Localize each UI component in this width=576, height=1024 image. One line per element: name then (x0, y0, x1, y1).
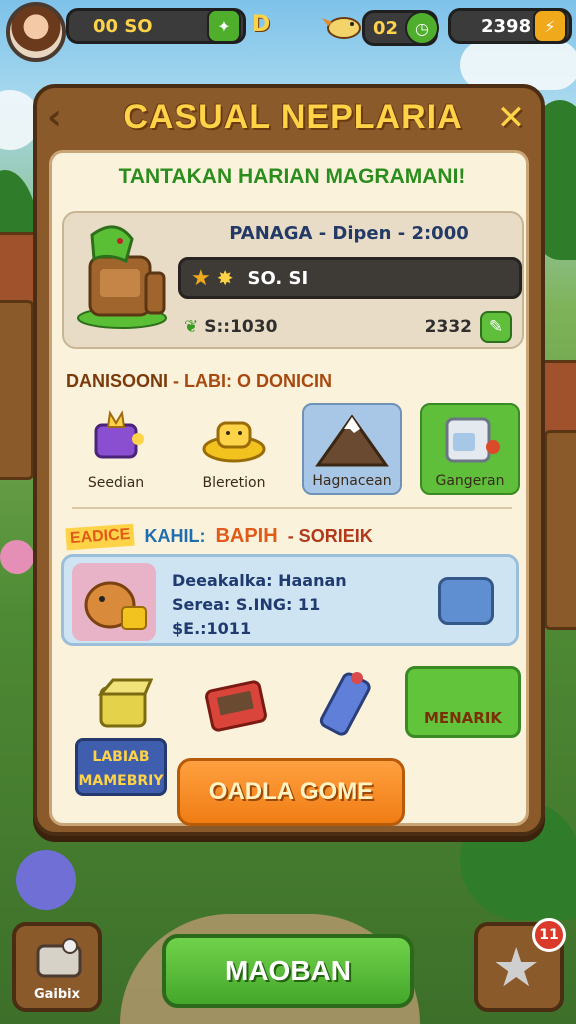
blue-scroll-icon[interactable] (317, 668, 377, 746)
player-avatar[interactable] (6, 2, 66, 62)
add-gems-button[interactable]: ⚡ (533, 9, 567, 43)
play-game-button[interactable]: OADLA GOME (177, 758, 405, 826)
offer-details: Deeakalka: Haanan Serea: S.ING: 11 $E.:1… (172, 569, 347, 641)
favorites-button[interactable]: ★ 11 (474, 918, 566, 1012)
membership-label: LABIAB MAMEBRIY (78, 749, 164, 789)
hamster-icon (72, 563, 156, 641)
panel-subtitle: TANTAKAN HARIAN MAGRAMANI! (118, 165, 466, 188)
shop-item-hagnacean[interactable]: Hagnacean (302, 403, 402, 495)
feather-icon: ✎ (488, 317, 504, 337)
panel-title: CASUAL NEPLARIA (123, 98, 463, 136)
shop-items: Seedian Bleretion Hagnacean Gangeran (66, 403, 520, 495)
shop-heading-b: - LABI: O DONICIN (173, 371, 333, 391)
tasks-heading-a: KAHIL: (144, 526, 206, 546)
tasks-heading: EADICE KAHIL: BAPIH - SORIEIK (65, 523, 373, 550)
close-icon: ✕ (496, 98, 526, 138)
reward-bar-value: SO. SI (247, 267, 309, 289)
tasks-heading-c: - SORIEIK (287, 526, 373, 546)
reward-left-stat: ❦ S::1030 (184, 317, 277, 337)
membership-button[interactable]: LABIAB MAMEBRIY (75, 738, 167, 796)
coins-value: 00 SO (93, 15, 153, 37)
shop-heading: DANISOONI - LABI: O DONICIN (66, 371, 332, 392)
main-panel: ‹ CASUAL NEPLARIA ✕ TANTAKAN HARIAN MAGR… (33, 84, 545, 836)
special-offer-card[interactable]: Deeakalka: Haanan Serea: S.ING: 11 $E.:1… (61, 554, 519, 646)
bottom-nav: Gaibix MAOBAN ★ 11 (0, 918, 576, 1020)
section-divider (72, 507, 512, 509)
main-action-button[interactable]: MAOBAN (162, 934, 414, 1008)
blue-crate-icon (438, 577, 494, 625)
star-icon: ★ (492, 936, 541, 999)
coins-counter: 00 SO ✦ (66, 8, 246, 44)
shop-heading-a: DANISOONI (66, 371, 169, 391)
daily-reward-card[interactable]: PANAGA - Dipen - 2:000 ★ ✸ SO. SI ❦ S::1… (62, 211, 524, 349)
offer-line-3: $E.:1011 (172, 619, 252, 638)
claim-button[interactable]: ✎ (480, 311, 512, 343)
inventory-button[interactable]: Gaibix (12, 922, 102, 1012)
bonus-items: MENARIK (61, 666, 521, 746)
red-book-icon[interactable] (203, 674, 269, 740)
purple-chest-icon (86, 409, 146, 469)
offer-line-1: Deeakalka: Haanan (172, 571, 347, 590)
armchair-icon (72, 223, 172, 333)
menarik-label: MENARIK (423, 709, 503, 727)
bag-icon (34, 936, 84, 984)
shop-item-label: Gangeran (435, 473, 505, 489)
reward-right-value: 2332 (424, 317, 472, 337)
main-action-label: MAOBAN (225, 955, 351, 986)
shop-item-label: Seedian (87, 475, 145, 491)
shop-item-label: Hagnacean (312, 473, 392, 489)
energy-counter: 02 ◷ (362, 10, 439, 46)
reward-progress-bar: ★ ✸ SO. SI (178, 257, 522, 299)
shop-item-label: Bleretion (202, 475, 266, 491)
mountain-icon (314, 411, 390, 473)
shop-item-bleretion[interactable]: Bleretion (184, 403, 284, 495)
gems-counter: 2398 ⚡ (448, 8, 572, 44)
gold-cat-bowl-icon (200, 409, 268, 469)
yellow-cube-icon[interactable] (95, 674, 154, 736)
notification-badge: 11 (532, 918, 566, 952)
sparkle-icon: ✸ (216, 266, 234, 290)
top-hud: 00 SO ✦ D 02 ◷ 2398 ⚡ (0, 0, 576, 62)
star-icon: ★ (191, 265, 211, 291)
washing-machine-icon (437, 411, 503, 471)
leaf-icon: ❦ (184, 317, 199, 337)
reward-title: PANAGA - Dipen - 2:000 (229, 223, 469, 244)
clock-icon: ◷ (415, 18, 429, 38)
gems-value: 2398 (481, 15, 532, 37)
add-coins-button[interactable]: ✦ (207, 9, 241, 43)
bird-icon (322, 8, 364, 44)
clover-icon: ✦ (217, 16, 231, 36)
menarik-button[interactable]: MENARIK (405, 666, 521, 738)
inventory-label: Gaibix (33, 987, 81, 1002)
tasks-heading-b: BAPIH (215, 525, 278, 547)
shop-item-seedian[interactable]: Seedian (66, 403, 166, 495)
shop-item-gangeran[interactable]: Gangeran (420, 403, 520, 495)
reward-left-value: S::1030 (204, 317, 278, 337)
coins-badge: D (252, 12, 271, 37)
energy-timer-button[interactable]: ◷ (405, 11, 439, 45)
energy-value: 02 (373, 17, 399, 39)
lightning-icon: ⚡ (544, 16, 556, 36)
tasks-tag: EADICE (65, 523, 136, 550)
reward-right-stat: 2332 ✎ (425, 311, 512, 343)
offer-line-2: Serea: S.ING: 11 (172, 595, 321, 614)
play-game-label: OADLA GOME (208, 778, 374, 805)
close-button[interactable]: ✕ (491, 98, 531, 138)
